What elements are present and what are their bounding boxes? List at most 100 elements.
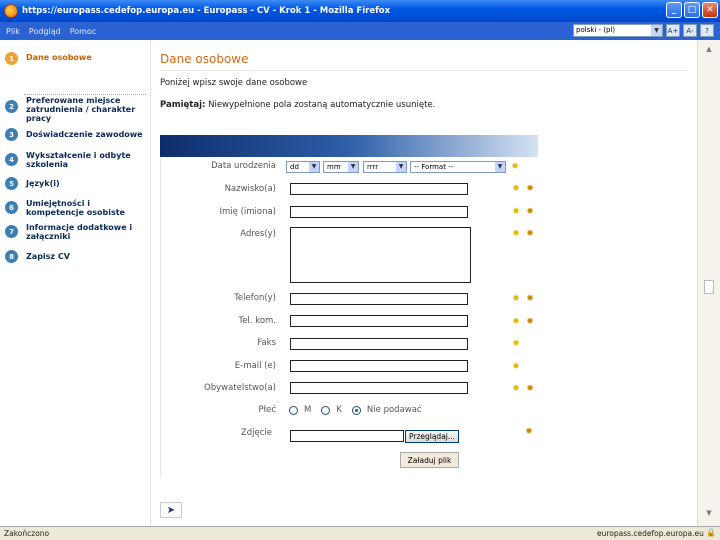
birth-day-value: dd: [290, 163, 299, 171]
chevron-down-icon: ▼: [396, 162, 406, 172]
font-decrease-button[interactable]: A-: [683, 24, 697, 37]
form-header-band: [160, 135, 538, 157]
next-step-arrow-icon[interactable]: ➤: [160, 502, 182, 518]
birth-year-select[interactable]: rrrr ▼: [363, 161, 407, 173]
step-label: Wykształcenie i odbyte szkolenia: [26, 151, 131, 169]
steps-sidebar: 1 Dane osobowe 2 Preferowane miejsce zat…: [0, 40, 148, 526]
language-controls: polski - (pl) ▼ A+ A- ?: [573, 24, 714, 37]
chevron-down-icon: ▼: [495, 162, 505, 172]
email-label: E-mail (e): [234, 361, 276, 371]
scroll-thumb[interactable]: [704, 280, 714, 294]
birth-date-label: Data urodzenia: [211, 161, 276, 171]
help-bulb-icon[interactable]: ✹: [525, 229, 535, 239]
gender-option-m: M: [304, 405, 312, 415]
step-divider: [24, 94, 146, 95]
birth-month-select[interactable]: mm ▼: [323, 161, 359, 173]
address-textarea[interactable]: [290, 227, 471, 283]
firefox-icon: [4, 4, 18, 18]
chevron-down-icon: ▼: [348, 162, 358, 172]
photo-file-input[interactable]: [290, 430, 404, 442]
step-number: 3: [5, 128, 18, 141]
upload-button[interactable]: Załaduj plik: [400, 452, 459, 468]
help-bulb-icon[interactable]: ✹: [525, 207, 535, 217]
hint-bulb-icon[interactable]: ✸: [511, 207, 521, 217]
nationality-label: Obywatelstwo(a): [204, 383, 276, 393]
address-label: Adres(y): [240, 229, 276, 239]
lock-icon: 🔒: [706, 528, 716, 537]
step-number: 6: [5, 201, 18, 214]
nationality-input[interactable]: [290, 382, 468, 394]
email-input[interactable]: [290, 360, 468, 372]
browse-button[interactable]: Przeglądaj...: [405, 430, 459, 443]
menu-item-file[interactable]: Plik: [6, 27, 20, 36]
menu-item-preview[interactable]: Podgląd: [29, 27, 61, 36]
minimize-button[interactable]: _: [666, 2, 682, 18]
help-bulb-icon[interactable]: ✹: [524, 427, 534, 437]
photo-label: Zdjęcie: [240, 428, 272, 438]
hint-bulb-icon[interactable]: ✸: [510, 162, 520, 172]
date-format-select[interactable]: -- Format -- ▼: [410, 161, 506, 173]
birth-day-select[interactable]: dd ▼: [286, 161, 320, 173]
gender-option-none: Nie podawać: [366, 405, 422, 415]
birth-year-value: rrrr: [367, 163, 379, 171]
vertical-scrollbar[interactable]: ▲ ▼: [697, 40, 720, 526]
close-button[interactable]: ✕: [702, 2, 718, 18]
fax-label: Faks: [257, 338, 276, 348]
step-label: Preferowane miejsce zatrudnienia / chara…: [26, 96, 136, 123]
hint-bulb-icon[interactable]: ✸: [511, 339, 521, 349]
step-number: 1: [5, 52, 18, 65]
surname-label: Nazwisko(a): [224, 184, 276, 194]
hint-bulb-icon[interactable]: ✸: [511, 229, 521, 239]
fax-input[interactable]: [290, 338, 468, 350]
gender-option-k: K: [336, 405, 342, 415]
main-content: Dane osobowe Poniżej wpisz swoje dane os…: [152, 40, 697, 526]
firstname-label: Imię (imiona): [219, 207, 276, 217]
help-bulb-icon[interactable]: ✹: [525, 294, 535, 304]
firstname-input[interactable]: [290, 206, 468, 218]
gender-radio-none[interactable]: [351, 405, 361, 415]
gender-radio-group: M K Nie podawać: [289, 405, 422, 415]
help-button[interactable]: ?: [700, 24, 714, 37]
gender-label: Płeć: [258, 405, 276, 415]
birth-month-value: mm: [327, 163, 341, 171]
help-bulb-icon[interactable]: ✹: [525, 317, 535, 327]
mobile-label: Tel. kom.: [238, 316, 276, 326]
maximize-button[interactable]: □: [684, 2, 700, 18]
hint-bulb-icon[interactable]: ✸: [511, 317, 521, 327]
date-format-value: -- Format --: [414, 163, 454, 171]
phone-input[interactable]: [290, 293, 468, 305]
step-label: Zapisz CV: [26, 252, 70, 261]
title-bar: https://europass.cedefop.europa.eu - Eur…: [0, 0, 720, 22]
scroll-up-icon[interactable]: ▲: [703, 45, 715, 57]
help-bulb-icon[interactable]: ✹: [525, 184, 535, 194]
language-select[interactable]: polski - (pl) ▼: [573, 24, 663, 37]
status-text: Zakończono: [4, 529, 50, 538]
font-increase-button[interactable]: A+: [666, 24, 680, 37]
step-number: 4: [5, 153, 18, 166]
gender-radio-k[interactable]: [321, 405, 331, 415]
hint-bulb-icon[interactable]: ✸: [511, 294, 521, 304]
mobile-input[interactable]: [290, 315, 468, 327]
menu-item-help[interactable]: Pomoc: [70, 27, 97, 36]
title-underline: [160, 70, 688, 71]
language-value: polski - (pl): [576, 26, 616, 34]
step-number: 7: [5, 225, 18, 238]
note-text: Pamiętaj: Niewypełnione pola zostaną aut…: [160, 100, 435, 110]
hint-bulb-icon[interactable]: ✸: [511, 362, 521, 372]
step-number: 8: [5, 250, 18, 263]
chevron-down-icon: ▼: [651, 25, 662, 36]
step-label: Informacje dodatkowe i załączniki: [26, 223, 133, 241]
note-body: Niewypełnione pola zostaną automatycznie…: [208, 100, 436, 110]
window-title: https://europass.cedefop.europa.eu - Eur…: [22, 6, 391, 16]
hint-bulb-icon[interactable]: ✸: [511, 184, 521, 194]
chevron-down-icon: ▼: [309, 162, 319, 172]
status-bar: Zakończono europass.cedefop.europa.eu 🔒: [0, 526, 720, 540]
hint-bulb-icon[interactable]: ✸: [511, 384, 521, 394]
sidebar-divider: [150, 40, 151, 526]
help-bulb-icon[interactable]: ✹: [525, 384, 535, 394]
gender-radio-m[interactable]: [289, 405, 298, 415]
page-title: Dane osobowe: [160, 52, 249, 66]
status-domain: europass.cedefop.europa.eu: [597, 529, 704, 538]
scroll-down-icon[interactable]: ▼: [703, 509, 715, 521]
surname-input[interactable]: [290, 183, 468, 195]
